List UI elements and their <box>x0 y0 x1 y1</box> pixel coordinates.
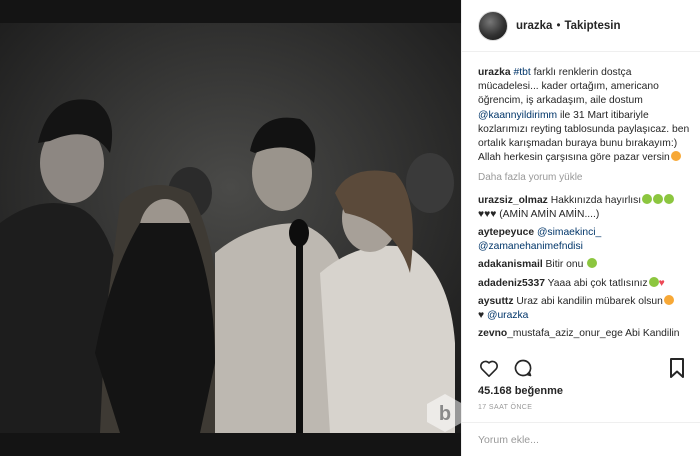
caption-mention[interactable]: @kaannyildirimm <box>478 110 557 121</box>
comment-username[interactable]: adadeniz5337 <box>478 278 545 289</box>
comment-mention[interactable]: @urazka <box>487 310 528 321</box>
comment-username[interactable]: urazsiz_olmaz <box>478 195 548 206</box>
heart-emoji-icon: ♥ <box>658 277 665 289</box>
comment-text: ♥♥♥ (AMİN AMİN AMİN....) <box>478 208 600 220</box>
emoji-icon <box>587 258 598 269</box>
likes-count[interactable]: 45.168 beğenme <box>478 385 563 397</box>
avatar[interactable] <box>478 10 508 41</box>
comment-heart: ♥ <box>478 310 485 322</box>
load-more-comments[interactable]: Daha fazla yorum yükle <box>478 171 692 185</box>
comment-text: Uraz abi kandilin mübarek olsun <box>513 295 663 307</box>
list-item: aytepeyuce @simaekinci_ @zamanehanimefnd… <box>478 226 692 254</box>
list-item: urazsiz_olmaz Hakkınızda hayırlısı ♥♥♥ (… <box>478 193 692 222</box>
post-header: urazka • Takiptesin <box>462 0 700 52</box>
heart-icon[interactable] <box>478 357 500 379</box>
smile-emoji-icon <box>670 151 681 162</box>
emoji-icon <box>663 294 674 305</box>
list-item: zevno_mustafa_aziz_onur_ege Abi Kandilin <box>478 327 692 341</box>
add-comment-section <box>462 422 700 456</box>
comment-username[interactable]: aytepeyuce <box>478 227 534 238</box>
header-separator: • <box>556 19 561 32</box>
comment-text: Yaaa abi çok tatlısınız <box>544 277 648 289</box>
emoji-icon <box>642 193 653 204</box>
post-photo[interactable] <box>0 23 461 433</box>
bookmark-icon[interactable] <box>666 357 688 379</box>
emoji-icon <box>648 276 659 287</box>
post-modal: b urazka • Takiptesin urazka #tbt farklı… <box>0 0 700 456</box>
header-username[interactable]: urazka <box>516 20 552 32</box>
list-item: adakanismail Bitir onu <box>478 258 692 272</box>
comment-text: _mustafa_aziz_onur_ege Abi Kandilin <box>507 328 680 340</box>
caption-hashtag[interactable]: #tbt <box>514 67 531 78</box>
comment-text: Bitir onu <box>542 259 584 271</box>
comment-input[interactable] <box>478 433 684 446</box>
comment-text: Hakkınızda hayırlısı <box>547 194 642 206</box>
emoji-icon <box>653 193 664 204</box>
post-side-panel: urazka • Takiptesin urazka #tbt farklı r… <box>461 0 700 456</box>
comment-mention[interactable]: @zamanehanimefndisi <box>478 241 583 252</box>
list-item: adadeniz5337 Yaaa abi çok tatlısınız ♥ <box>478 276 692 291</box>
emoji-icon <box>664 193 675 204</box>
comment-icon[interactable] <box>512 357 534 379</box>
svg-text:b: b <box>439 403 451 425</box>
caption: urazka #tbt farklı renklerin dostça müca… <box>478 66 692 165</box>
list-item: aysuttz Uraz abi kandilin mübarek olsun … <box>478 294 692 323</box>
follow-status[interactable]: Takiptesin <box>564 20 620 32</box>
comment-list: urazka #tbt farklı renklerin dostça müca… <box>478 66 692 345</box>
caption-username[interactable]: urazka <box>478 67 511 78</box>
comment-username[interactable]: adakanismail <box>478 259 543 270</box>
post-timestamp: 17 SAAT ÖNCE <box>478 404 533 411</box>
comment-mention[interactable]: @simaekinci_ <box>537 227 601 238</box>
comment-username[interactable]: zevno <box>478 328 507 339</box>
comment-username[interactable]: aysuttz <box>478 296 513 307</box>
watermark-logo: b <box>427 394 463 432</box>
action-bar <box>478 356 688 380</box>
